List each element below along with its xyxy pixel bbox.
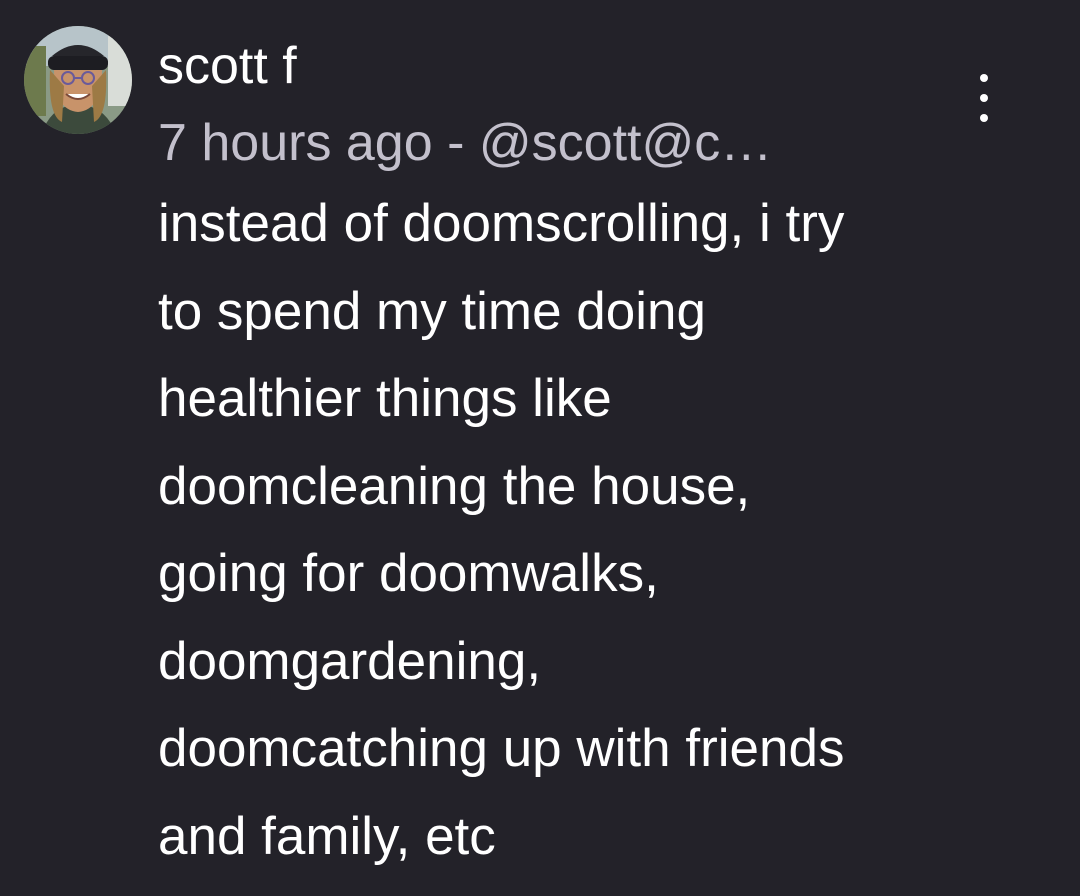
vertical-ellipsis-icon bbox=[980, 74, 988, 122]
author-avatar[interactable] bbox=[24, 26, 132, 134]
avatar-image bbox=[24, 26, 132, 134]
post-body: instead of doomscrolling, i try to spend… bbox=[158, 180, 1058, 880]
post-body-line: healthier things like bbox=[158, 369, 612, 428]
post-body-line: doomcleaning the house, bbox=[158, 456, 751, 516]
author-name[interactable]: scott f bbox=[158, 36, 297, 96]
post-body-line: to spend my time doing bbox=[158, 281, 706, 341]
post-card: scott f 7 hours ago - @scott@c… instead … bbox=[0, 0, 1080, 896]
post-body-line: doomcatching up with friends bbox=[158, 719, 845, 778]
post-body-line: and family, etc bbox=[158, 806, 496, 866]
post-timestamp: 7 hours ago bbox=[158, 114, 433, 172]
meta-separator: - bbox=[432, 114, 479, 172]
more-options-button[interactable] bbox=[960, 68, 1008, 128]
post-meta: 7 hours ago - @scott@c… bbox=[158, 112, 772, 174]
post-body-line: instead of doomscrolling, i try bbox=[158, 194, 845, 253]
post-body-line: going for doomwalks, bbox=[158, 544, 659, 603]
post-body-line: doomgardening, bbox=[158, 631, 542, 691]
author-handle[interactable]: @scott@c… bbox=[479, 114, 772, 172]
